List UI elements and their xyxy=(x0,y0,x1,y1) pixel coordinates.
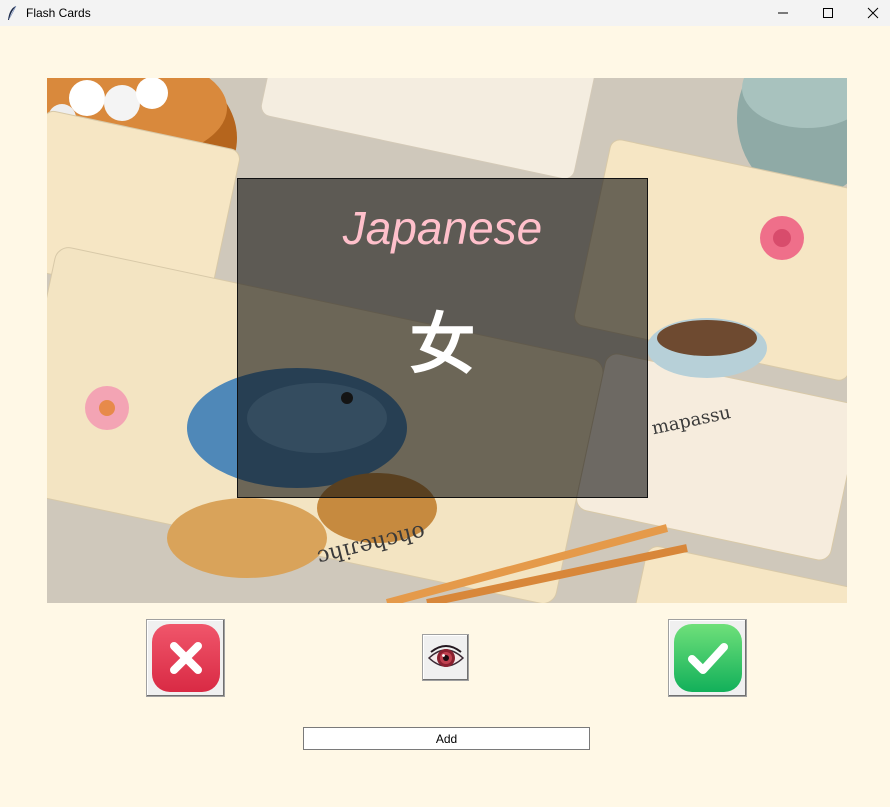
add-button[interactable]: Add xyxy=(303,727,590,750)
red-x-icon xyxy=(151,624,220,692)
green-check-icon xyxy=(673,624,742,692)
close-button[interactable] xyxy=(850,0,890,26)
title-bar: Flash Cards xyxy=(0,0,890,26)
minimize-button[interactable] xyxy=(760,0,806,26)
window-title: Flash Cards xyxy=(26,6,91,20)
correct-button[interactable] xyxy=(668,619,747,697)
flip-card-button[interactable] xyxy=(422,634,469,681)
feather-icon xyxy=(8,5,17,20)
wrong-button[interactable] xyxy=(146,619,225,697)
flashcard-canvas: ɔɥᴉɾǝɥɔɥo mapassu Japanese 女 xyxy=(47,78,847,603)
card-word: 女 xyxy=(409,306,476,383)
flashcard-overlay: Japanese 女 xyxy=(237,178,648,498)
minimize-icon xyxy=(778,12,788,14)
card-language-title: Japanese xyxy=(342,202,543,254)
close-icon xyxy=(867,7,879,19)
maximize-button[interactable] xyxy=(805,0,851,26)
eye-icon xyxy=(427,644,464,667)
maximize-icon xyxy=(823,8,833,18)
